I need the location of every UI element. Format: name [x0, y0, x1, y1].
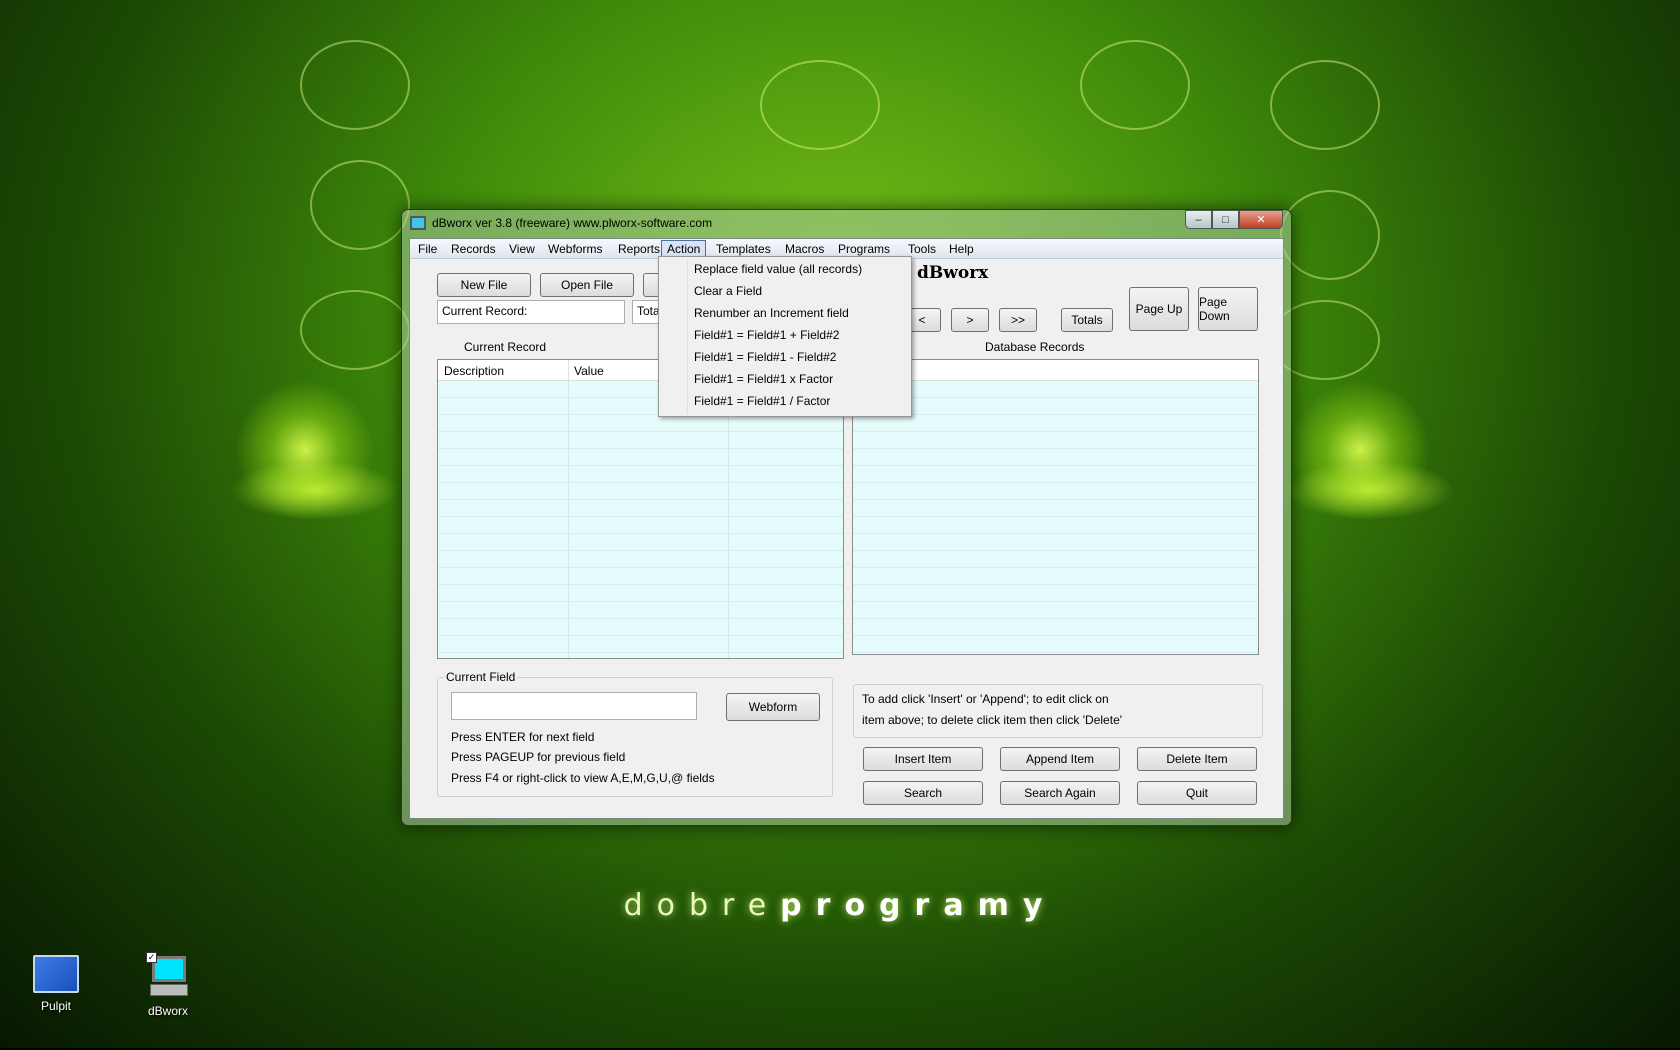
column-header-description[interactable]: Description: [444, 364, 504, 378]
app-heading: dBworx: [917, 263, 989, 283]
grid-rows: [853, 381, 1258, 654]
background-glow: [1285, 460, 1455, 520]
instructions-box: To add click 'Insert' or 'Append'; to ed…: [853, 684, 1263, 738]
title-bar[interactable]: dBworx ver 3.8 (freeware) www.plworx-sof…: [402, 210, 1291, 237]
background-glow: [230, 460, 400, 520]
menu-view[interactable]: View: [504, 241, 540, 258]
quit-button[interactable]: Quit: [1137, 781, 1257, 805]
menu-records[interactable]: Records: [446, 241, 501, 258]
search-button[interactable]: Search: [863, 781, 983, 805]
menu-item-field-subtract[interactable]: Field#1 = Field#1 - Field#2: [661, 347, 909, 368]
desktop-icon-label: Pulpit: [40, 999, 72, 1013]
action-menu-dropdown: Replace field value (all records) Clear …: [658, 256, 912, 417]
menu-file[interactable]: File: [413, 241, 442, 258]
grid-header: [853, 360, 1258, 381]
background-glow: [1290, 380, 1430, 520]
totals-button[interactable]: Totals: [1061, 308, 1113, 332]
menu-item-replace-field-value[interactable]: Replace field value (all records): [661, 259, 909, 280]
database-records-title: Database Records: [985, 340, 1085, 354]
menu-action[interactable]: Action: [661, 240, 707, 257]
menu-item-renumber-increment[interactable]: Renumber an Increment field: [661, 303, 909, 324]
current-record-title: Current Record: [464, 340, 547, 354]
next-record-button[interactable]: >: [951, 308, 989, 332]
desktop-icon-dbworx[interactable]: ✓ dBworx: [128, 952, 208, 1018]
search-again-button[interactable]: Search Again: [1000, 781, 1120, 805]
column-header-value[interactable]: Value: [574, 364, 604, 378]
background-swirl: [310, 160, 410, 250]
current-record-status: Current Record:: [437, 300, 625, 324]
menu-item-field-divide[interactable]: Field#1 = Field#1 / Factor: [661, 391, 909, 412]
instructions-line2: item above; to delete click item then cl…: [862, 713, 1123, 727]
app-icon: [410, 216, 426, 230]
insert-item-button[interactable]: Insert Item: [863, 747, 983, 771]
hint-f4: Press F4 or right-click to view A,E,M,G,…: [451, 771, 715, 785]
append-item-button[interactable]: Append Item: [1000, 747, 1120, 771]
current-field-group: Current Field Webform Press ENTER for ne…: [437, 670, 833, 797]
desktop-icon-pulpit[interactable]: Pulpit: [16, 955, 96, 1013]
menu-item-clear-field[interactable]: Clear a Field: [661, 281, 909, 302]
background-swirl: [300, 290, 410, 370]
hint-enter: Press ENTER for next field: [451, 730, 595, 744]
dbworx-app-icon: ✓: [146, 952, 190, 998]
background-swirl: [1080, 40, 1190, 130]
webform-button[interactable]: Webform: [726, 693, 820, 721]
new-file-button[interactable]: New File: [437, 273, 531, 297]
page-up-button[interactable]: Page Up: [1129, 287, 1189, 331]
menu-help[interactable]: Help: [944, 241, 979, 258]
grid-rows: [438, 381, 843, 658]
close-button[interactable]: ✕: [1239, 210, 1283, 229]
page-down-button[interactable]: Page Down: [1198, 287, 1258, 331]
instructions-line1: To add click 'Insert' or 'Append'; to ed…: [862, 692, 1109, 706]
minimize-button[interactable]: –: [1185, 210, 1212, 229]
menu-item-field-add[interactable]: Field#1 = Field#1 + Field#2: [661, 325, 909, 346]
current-field-title: Current Field: [444, 670, 518, 684]
hint-pageup: Press PAGEUP for previous field: [451, 750, 626, 764]
wallpaper-brand: dobreprogramy: [623, 888, 1057, 923]
current-field-input[interactable]: [451, 692, 697, 720]
maximize-button[interactable]: □: [1212, 210, 1239, 229]
background-swirl: [760, 60, 880, 150]
menu-webforms[interactable]: Webforms: [543, 241, 607, 258]
background-swirl: [300, 40, 410, 130]
database-records-grid[interactable]: [852, 359, 1259, 655]
delete-item-button[interactable]: Delete Item: [1137, 747, 1257, 771]
window-title: dBworx ver 3.8 (freeware) www.plworx-sof…: [432, 216, 713, 230]
computer-icon: [33, 955, 79, 993]
background-glow: [235, 380, 375, 520]
background-swirl: [1270, 60, 1380, 150]
menu-item-field-multiply[interactable]: Field#1 = Field#1 x Factor: [661, 369, 909, 390]
desktop-icon-label: dBworx: [147, 1004, 188, 1018]
last-record-button[interactable]: >>: [999, 308, 1037, 332]
open-file-button[interactable]: Open File: [540, 273, 634, 297]
background-swirl: [1280, 190, 1380, 280]
